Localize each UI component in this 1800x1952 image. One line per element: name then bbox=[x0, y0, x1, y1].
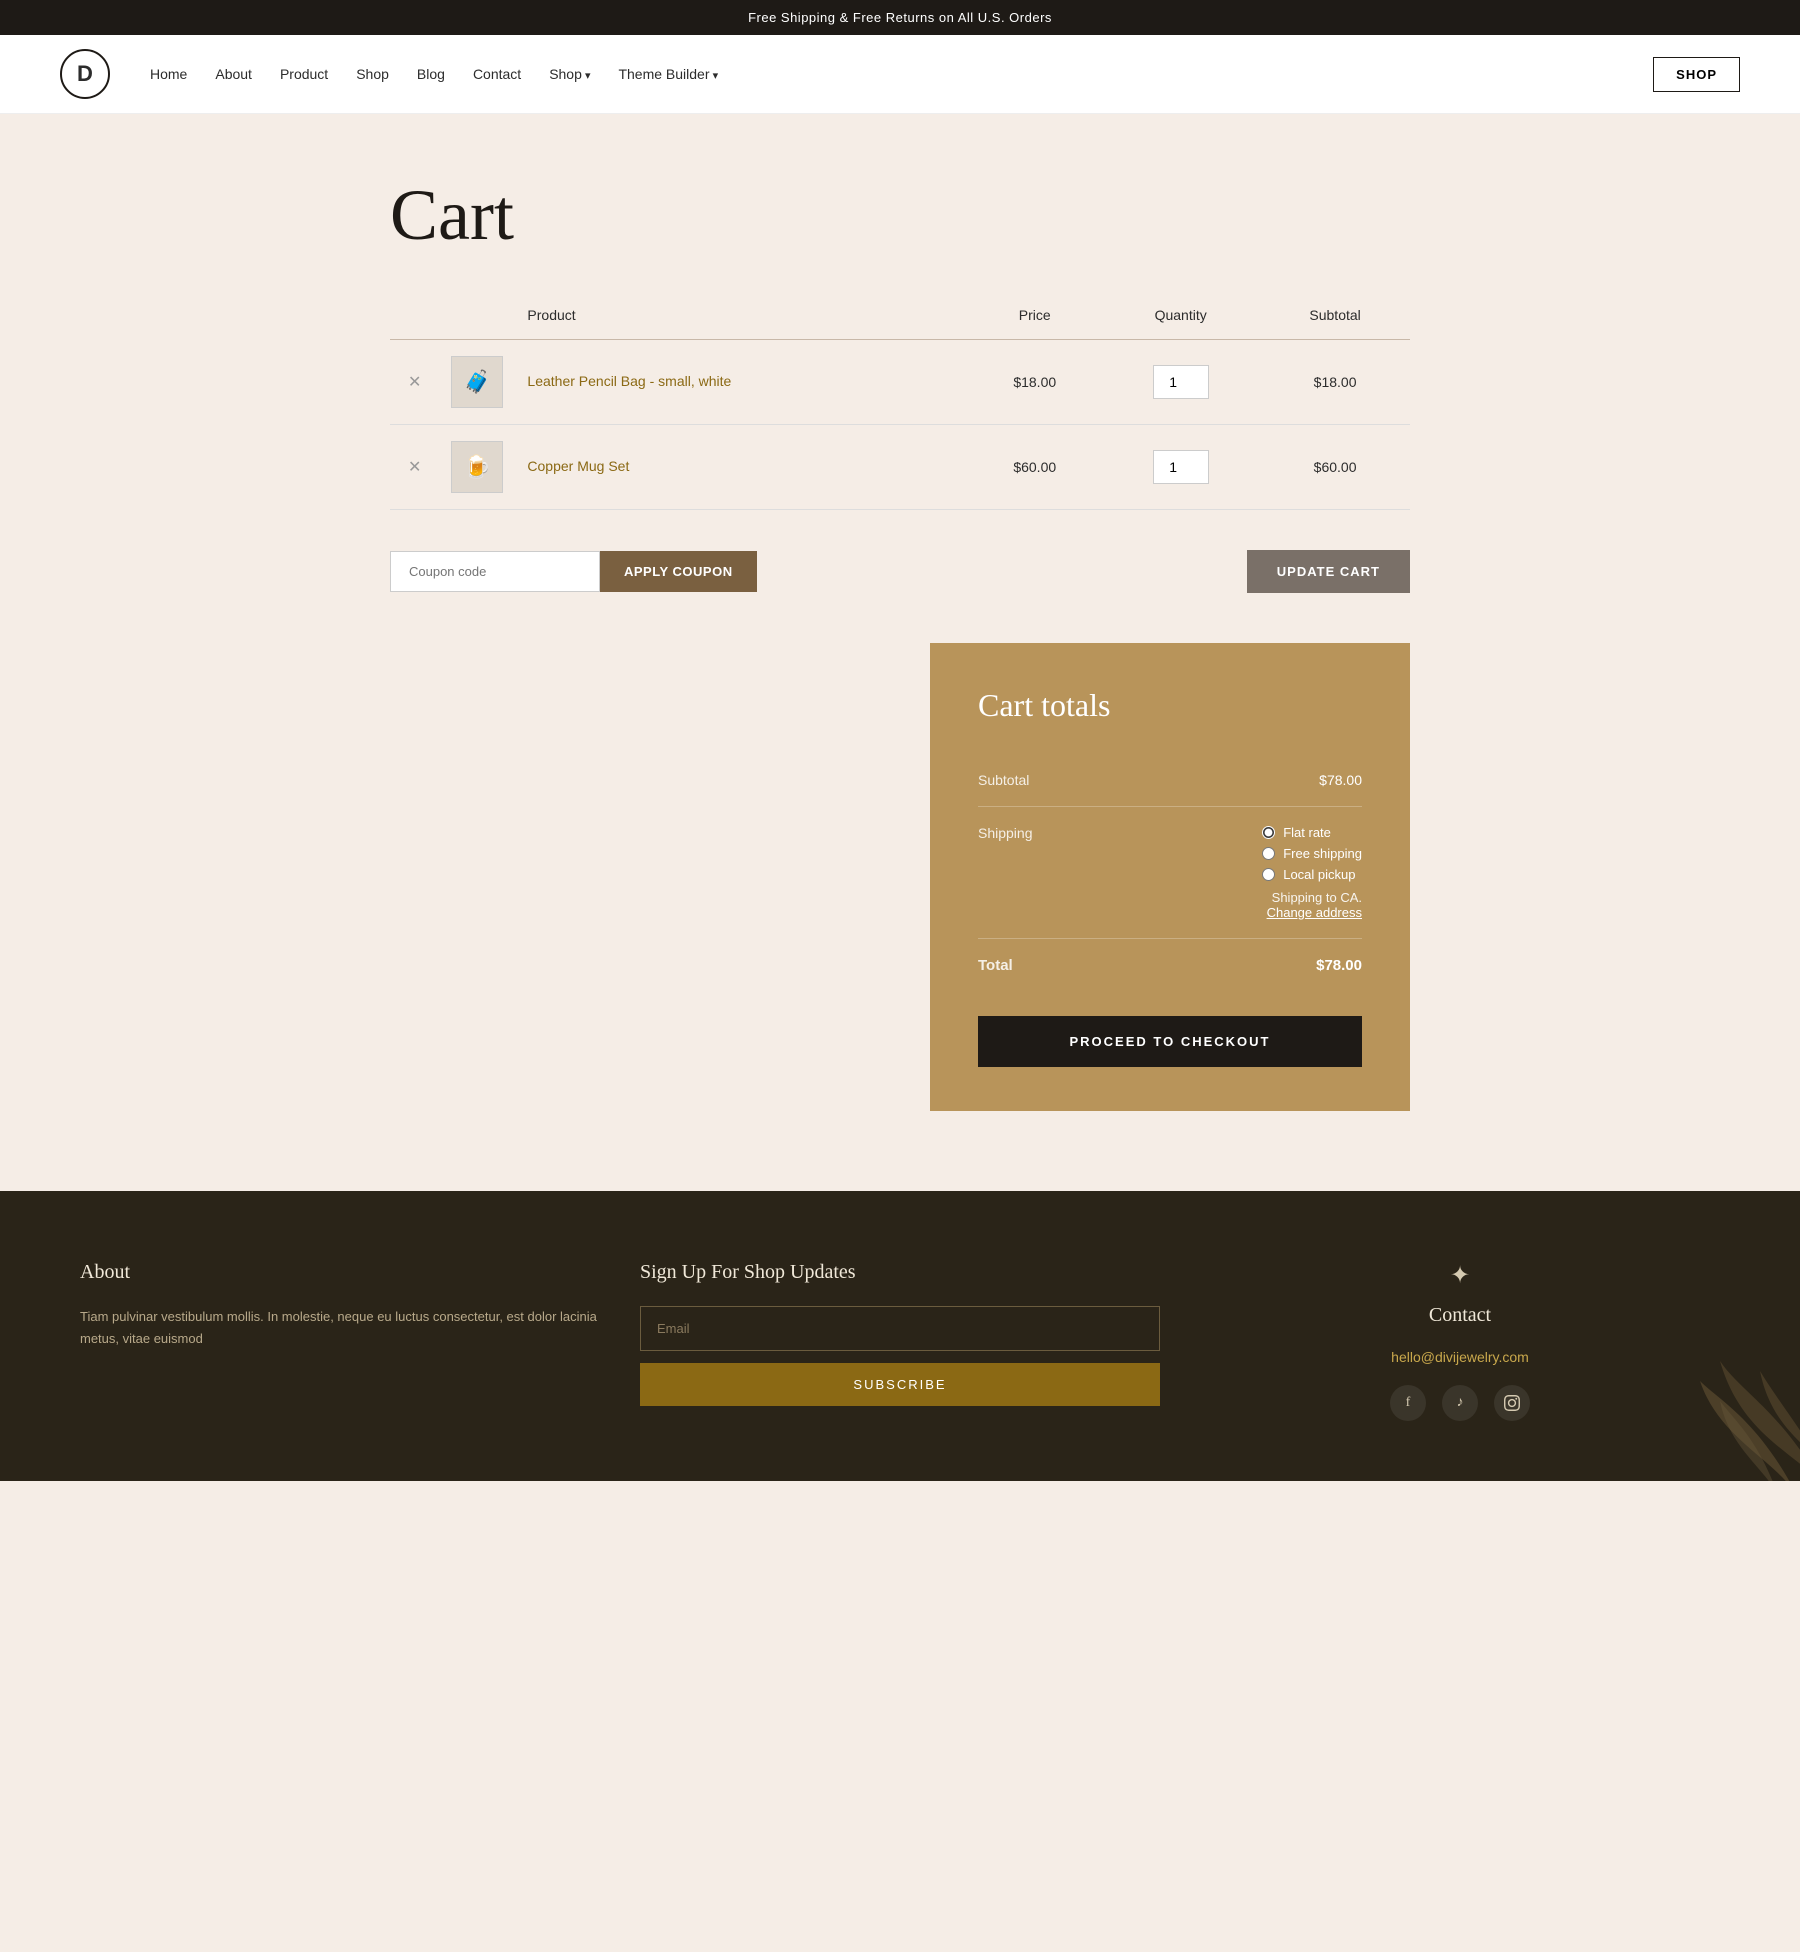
nav-theme-builder[interactable]: Theme Builder bbox=[618, 66, 718, 82]
product-name: Leather Pencil Bag - small, white bbox=[527, 373, 731, 389]
subtotal-row: Subtotal $78.00 bbox=[978, 754, 1362, 807]
shop-button[interactable]: SHOP bbox=[1653, 57, 1740, 92]
logo[interactable]: D bbox=[60, 49, 110, 99]
remove-item-button[interactable]: ✕ bbox=[402, 372, 427, 392]
nav-shop[interactable]: Shop bbox=[356, 66, 389, 82]
col-remove bbox=[390, 297, 439, 340]
instagram-icon[interactable] bbox=[1494, 1385, 1530, 1421]
footer-email-input[interactable] bbox=[640, 1306, 1160, 1351]
table-row: ✕ 🧳 Leather Pencil Bag - small, white $1… bbox=[390, 340, 1410, 425]
footer: About Tiam pulvinar vestibulum mollis. I… bbox=[0, 1191, 1800, 1481]
footer-newsletter-title: Sign Up For Shop Updates bbox=[640, 1261, 1160, 1284]
product-thumbnail: 🍺 bbox=[451, 441, 503, 493]
palm-decoration bbox=[1620, 1301, 1800, 1481]
col-price-header: Price bbox=[968, 297, 1101, 340]
quantity-input[interactable] bbox=[1153, 365, 1209, 399]
coupon-input[interactable] bbox=[390, 551, 600, 592]
shipping-free[interactable]: Free shipping bbox=[1262, 846, 1362, 861]
update-cart-button[interactable]: UPDATE CART bbox=[1247, 550, 1410, 593]
nav-home[interactable]: Home bbox=[150, 66, 187, 82]
cart-actions: APPLY COUPON UPDATE CART bbox=[390, 530, 1410, 613]
cart-title: Cart bbox=[390, 174, 1410, 257]
subtotal-value: $78.00 bbox=[1319, 772, 1362, 788]
subtotal-label: Subtotal bbox=[978, 772, 1029, 788]
shipping-label: Shipping bbox=[978, 825, 1033, 841]
facebook-icon[interactable]: f bbox=[1390, 1385, 1426, 1421]
banner-text: Free Shipping & Free Returns on All U.S.… bbox=[748, 10, 1052, 25]
footer-newsletter: Sign Up For Shop Updates SUBSCRIBE bbox=[640, 1261, 1160, 1421]
shipping-local[interactable]: Local pickup bbox=[1262, 867, 1362, 882]
col-image bbox=[439, 297, 515, 340]
footer-about-text: Tiam pulvinar vestibulum mollis. In mole… bbox=[80, 1306, 600, 1350]
nav-shop-dropdown[interactable]: Shop bbox=[549, 66, 590, 82]
nav-contact[interactable]: Contact bbox=[473, 66, 521, 82]
shipping-flat-rate-radio[interactable] bbox=[1262, 826, 1275, 839]
nav: Home About Product Shop Blog Contact Sho… bbox=[150, 66, 1653, 82]
product-name: Copper Mug Set bbox=[527, 458, 629, 474]
total-label: Total bbox=[978, 957, 1013, 974]
quantity-cell bbox=[1101, 425, 1260, 510]
shipping-free-radio[interactable] bbox=[1262, 847, 1275, 860]
shipping-row: Shipping Flat rate Free shipping bbox=[978, 807, 1362, 939]
proceed-checkout-button[interactable]: PROCEED TO CHECKOUT bbox=[978, 1016, 1362, 1067]
footer-about: About Tiam pulvinar vestibulum mollis. I… bbox=[80, 1261, 600, 1421]
col-qty-header: Quantity bbox=[1101, 297, 1260, 340]
coupon-area: APPLY COUPON bbox=[390, 551, 757, 592]
shipping-address: Shipping to CA. Change address bbox=[1262, 890, 1362, 920]
product-price: $18.00 bbox=[968, 340, 1101, 425]
shipping-local-radio[interactable] bbox=[1262, 868, 1275, 881]
total-value: $78.00 bbox=[1316, 957, 1362, 974]
cart-totals-wrapper: Cart totals Subtotal $78.00 Shipping Fla… bbox=[390, 643, 1410, 1111]
product-subtotal: $18.00 bbox=[1260, 340, 1410, 425]
remove-item-button[interactable]: ✕ bbox=[402, 457, 427, 477]
quantity-cell bbox=[1101, 340, 1260, 425]
nav-blog[interactable]: Blog bbox=[417, 66, 445, 82]
apply-coupon-button[interactable]: APPLY COUPON bbox=[600, 551, 757, 592]
product-subtotal: $60.00 bbox=[1260, 425, 1410, 510]
product-price: $60.00 bbox=[968, 425, 1101, 510]
cart-totals-box: Cart totals Subtotal $78.00 Shipping Fla… bbox=[930, 643, 1410, 1111]
subscribe-button[interactable]: SUBSCRIBE bbox=[640, 1363, 1160, 1406]
cart-table: Product Price Quantity Subtotal ✕ 🧳 Leat… bbox=[390, 297, 1410, 510]
nav-about[interactable]: About bbox=[215, 66, 252, 82]
shipping-flat-rate[interactable]: Flat rate bbox=[1262, 825, 1362, 840]
product-thumbnail: 🧳 bbox=[451, 356, 503, 408]
shipping-options: Flat rate Free shipping Local pickup Shi… bbox=[1262, 825, 1362, 920]
col-product-header: Product bbox=[515, 297, 968, 340]
tiktok-icon[interactable]: ♪ bbox=[1442, 1385, 1478, 1421]
diamond-icon: ✦ bbox=[1200, 1261, 1720, 1290]
table-row: ✕ 🍺 Copper Mug Set $60.00 $60.00 bbox=[390, 425, 1410, 510]
main-content: Cart Product Price Quantity Subtotal ✕ 🧳… bbox=[350, 114, 1450, 1191]
header: D Home About Product Shop Blog Contact S… bbox=[0, 35, 1800, 114]
footer-about-title: About bbox=[80, 1261, 600, 1284]
col-subtotal-header: Subtotal bbox=[1260, 297, 1410, 340]
total-row: Total $78.00 bbox=[978, 939, 1362, 992]
change-address-link[interactable]: Change address bbox=[1267, 905, 1362, 920]
nav-product[interactable]: Product bbox=[280, 66, 328, 82]
top-banner: Free Shipping & Free Returns on All U.S.… bbox=[0, 0, 1800, 35]
quantity-input[interactable] bbox=[1153, 450, 1209, 484]
cart-totals-title: Cart totals bbox=[978, 687, 1362, 724]
